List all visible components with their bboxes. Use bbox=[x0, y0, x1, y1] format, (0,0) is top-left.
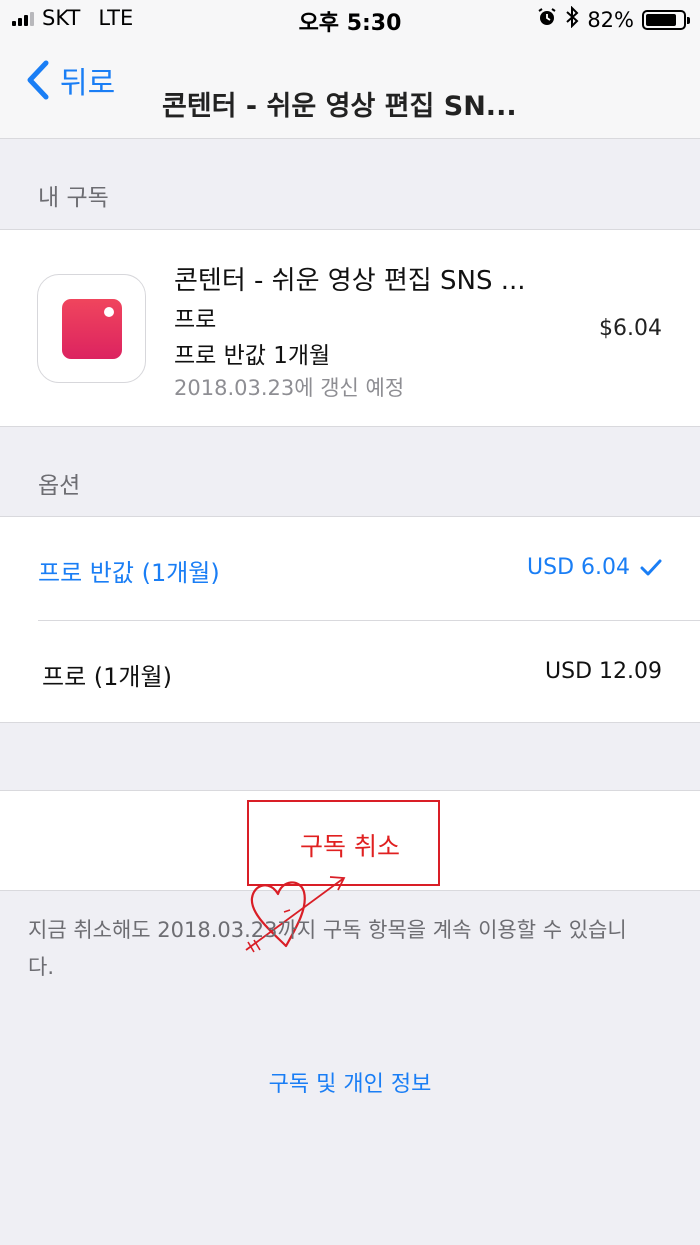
subscription-info: 콘텐터 - 쉬운 영상 편집 SNS ... 프로 프로 반값 1개월 2018… bbox=[174, 260, 526, 402]
subscription-plan: 프로 반값 1개월 bbox=[174, 343, 331, 369]
alarm-icon bbox=[537, 7, 557, 32]
section-header-options: 옵션 bbox=[38, 473, 81, 499]
navigation-bar: 뒤로 콘텐터 - 쉬운 영상 편집 SN... bbox=[0, 40, 700, 139]
option-price: USD 6.04 bbox=[527, 555, 662, 580]
option-price: USD 12.09 bbox=[545, 659, 662, 684]
section-header-my-subscription: 내 구독 bbox=[38, 185, 109, 211]
status-bar: SKT LTE 오후 5:30 82% bbox=[0, 0, 700, 40]
option-pro-half-price[interactable]: 프로 반값 (1개월) USD 6.04 bbox=[0, 517, 700, 621]
subscription-card: 콘텐터 - 쉬운 영상 편집 SNS ... 프로 프로 반값 1개월 2018… bbox=[0, 229, 700, 427]
bluetooth-icon bbox=[565, 5, 579, 33]
option-pro[interactable]: 프로 (1개월) USD 12.09 bbox=[0, 621, 700, 724]
app-icon bbox=[37, 274, 146, 383]
subscription-privacy-link[interactable]: 구독 및 개인 정보 bbox=[0, 1066, 700, 1098]
option-price-value: USD 6.04 bbox=[527, 555, 630, 580]
chevron-left-icon bbox=[27, 60, 49, 100]
renewal-date: 2018.03.23에 갱신 예정 bbox=[174, 376, 405, 400]
page-title: 콘텐터 - 쉬운 영상 편집 SN... bbox=[162, 91, 517, 122]
option-label: 프로 (1개월) bbox=[42, 663, 172, 691]
option-label: 프로 반값 (1개월) bbox=[38, 559, 220, 587]
cancellation-note: 지금 취소해도 2018.03.23까지 구독 항목을 계속 이용할 수 있습니… bbox=[28, 918, 627, 979]
app-name: 콘텐터 - 쉬운 영상 편집 SNS ... bbox=[174, 266, 526, 296]
subscription-price: $6.04 bbox=[599, 316, 662, 341]
battery-percent: 82% bbox=[587, 7, 634, 32]
checkmark-icon bbox=[640, 559, 662, 575]
back-button[interactable]: 뒤로 bbox=[26, 58, 115, 102]
battery-icon bbox=[642, 9, 690, 30]
status-right: 82% bbox=[537, 5, 690, 33]
back-label: 뒤로 bbox=[60, 66, 116, 101]
cancel-subscription-button[interactable]: 구독 취소 bbox=[0, 827, 700, 863]
options-card: 프로 반값 (1개월) USD 6.04 프로 (1개월) USD 12.09 bbox=[0, 516, 700, 723]
subscription-tier: 프로 bbox=[174, 307, 217, 333]
